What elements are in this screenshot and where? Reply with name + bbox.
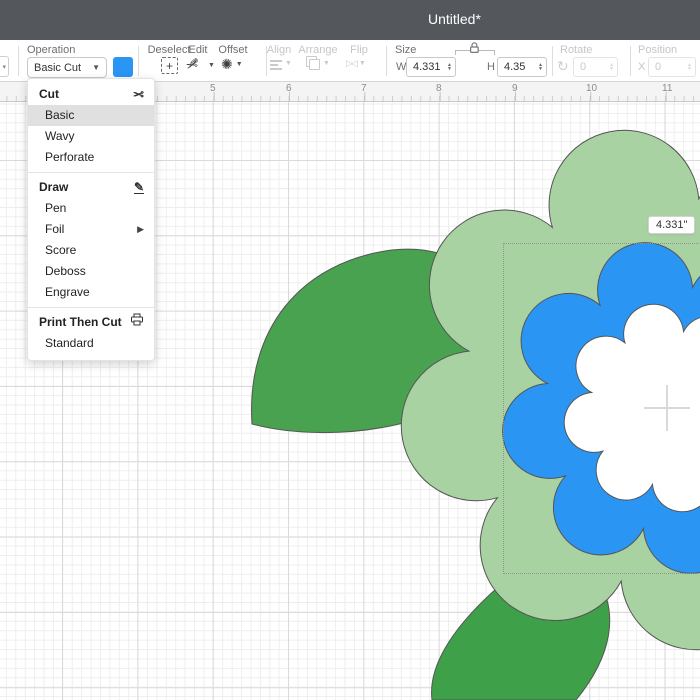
rotate-label: Rotate [560,44,592,56]
chevron-down-icon: ▼ [208,62,215,69]
scissors-icon: ✂ [133,84,144,105]
offset-label: Offset [215,44,251,56]
toolbar-divider [138,46,139,76]
menu-item-label: Standard [45,333,94,354]
menu-item-perforate[interactable]: Perforate [28,147,154,168]
menu-item-standard[interactable]: Standard [28,333,154,354]
height-input[interactable]: 4.35 ▲▼ [497,57,547,77]
toolbar-divider [630,46,631,76]
width-letter: W [396,61,406,73]
menu-section-label: Draw [39,177,68,198]
edit-scissors-pencil-icon: ✂✎ [185,56,205,74]
menu-item-label: Engrave [45,282,90,303]
arrange-layers-icon [306,56,320,70]
width-value: 4.331 [413,61,447,73]
menu-section-draw: Draw ✎ [28,177,154,198]
stepper-arrows-icon: ▲▼ [687,63,692,71]
position-label: Position [638,44,677,56]
operation-dropdown-menu: Cut ✂ Basic Wavy Perforate Draw ✎ Pen Fo… [27,78,155,361]
flip-mirror-icon: ▷◁ [346,58,356,69]
menu-section-print-then-cut: Print Then Cut [28,312,154,333]
menu-divider [28,172,154,173]
toolbar-divider [18,46,19,76]
chevron-down-icon: ▼ [359,60,366,67]
operation-label: Operation [27,44,75,56]
offset-burst-icon: ✺ [221,56,233,73]
menu-item-foil[interactable]: Foil ▶ [28,219,154,240]
menu-item-label: Foil [45,219,64,240]
stepper-arrows-icon[interactable]: ▲▼ [447,63,452,71]
edit-label: Edit [183,44,213,56]
ruler-tick-label: 11 [662,83,672,94]
rotate-arrow-icon: ↻ [557,58,569,75]
menu-section-label: Cut [39,84,59,105]
pencil-icon: ✎ [134,182,144,194]
arrange-button[interactable]: ▼ [306,56,330,70]
offset-button[interactable]: ✺ ▼ [221,56,243,73]
ruler-tick-label: 6 [286,83,292,94]
edit-button[interactable]: ✂✎ ▼ [185,56,215,74]
flip-label: Flip [342,44,376,56]
operation-select[interactable]: Basic Cut ▼ [27,57,107,78]
menu-section-label: Print Then Cut [39,312,122,333]
title-bar: Untitled* [0,0,700,40]
align-label: Align [262,44,296,56]
ruler-tick-label: 5 [210,83,216,94]
menu-item-basic[interactable]: Basic [28,105,154,126]
menu-item-label: Wavy [45,126,75,147]
rotate-value: 0 [580,61,609,73]
chevron-down-icon: ▼ [323,60,330,67]
selection-width-badge: 4.331" [648,216,695,234]
edit-toolbar: ▾ Operation Basic Cut ▼ Deselect + Edit … [0,40,700,82]
width-input[interactable]: 4.331 ▲▼ [406,57,456,77]
chevron-down-icon: ▼ [236,61,243,68]
position-x-value: 0 [655,61,687,73]
operation-value: Basic Cut [34,62,81,74]
flip-button[interactable]: ▷◁ ▼ [346,58,366,69]
menu-section-cut: Cut ✂ [28,84,154,105]
align-button[interactable]: ▼ [270,57,292,70]
deselect-icon: + [161,57,178,74]
menu-item-label: Basic [45,105,74,126]
menu-item-pen[interactable]: Pen [28,198,154,219]
toolbar-divider [552,46,553,76]
ruler-tick-label: 7 [361,83,367,94]
menu-item-wavy[interactable]: Wavy [28,126,154,147]
chevron-down-icon: ▼ [285,60,292,67]
lock-icon[interactable] [468,41,481,59]
clipped-left-control[interactable]: ▾ [0,56,9,77]
height-value: 4.35 [504,61,538,73]
menu-item-label: Perforate [45,147,94,168]
menu-item-score[interactable]: Score [28,240,154,261]
menu-item-label: Deboss [45,261,86,282]
menu-divider [28,307,154,308]
chevron-down-icon: ▼ [84,63,100,72]
menu-item-engrave[interactable]: Engrave [28,282,154,303]
size-label: Size [395,44,416,56]
position-x-letter: X [638,61,645,73]
menu-item-label: Pen [45,198,66,219]
ruler-tick-label: 10 [586,83,597,94]
position-x-input[interactable]: 0 ▲▼ [648,57,696,77]
stepper-arrows-icon: ▲▼ [609,63,614,71]
align-lines-icon [270,60,282,70]
height-letter: H [487,61,495,73]
submenu-arrow-icon: ▶ [137,219,144,240]
ruler-tick-label: 9 [512,83,518,94]
chevron-down-icon: ▾ [2,63,6,71]
deselect-button[interactable]: + [161,57,178,74]
stepper-arrows-icon[interactable]: ▲▼ [538,63,543,71]
center-crosshair-icon [666,385,668,431]
document-title[interactable]: Untitled* [428,11,481,27]
printer-icon [130,312,144,333]
ruler-tick-label: 8 [436,83,442,94]
menu-item-deboss[interactable]: Deboss [28,261,154,282]
arrange-label: Arrange [298,44,338,56]
color-swatch[interactable] [113,57,133,77]
rotate-input[interactable]: 0 ▲▼ [573,57,618,77]
menu-item-label: Score [45,240,76,261]
toolbar-divider [386,46,387,76]
